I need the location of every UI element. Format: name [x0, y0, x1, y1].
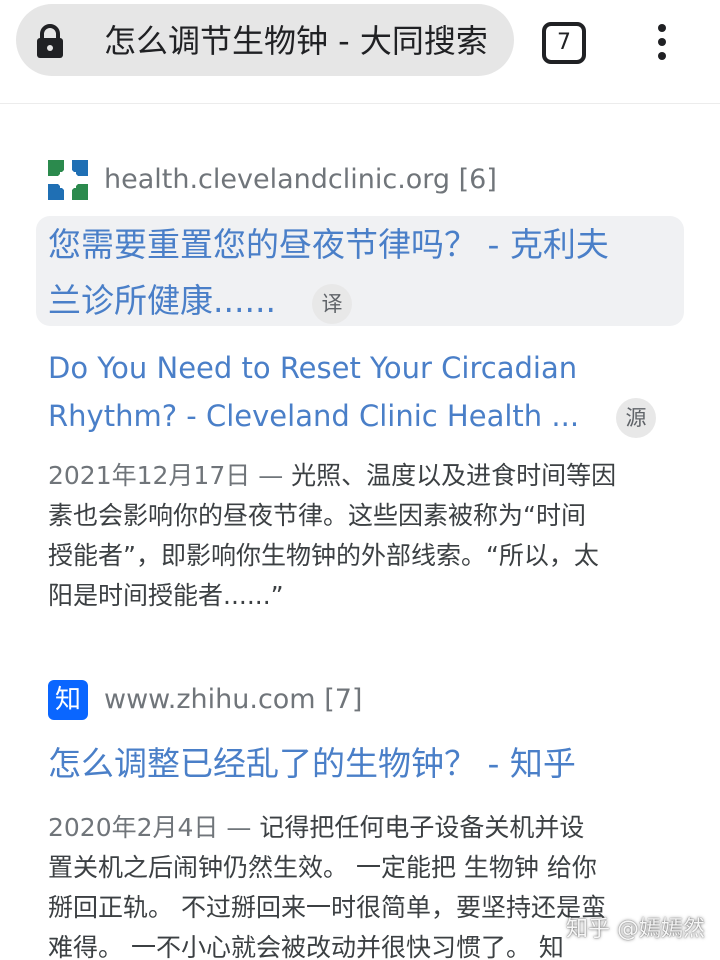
page-title: 怎么调节生物钟 - 大同搜索 — [104, 22, 488, 60]
browser-toolbar: 怎么调节生物钟 - 大同搜索 7 — [0, 0, 720, 104]
address-bar[interactable]: 怎么调节生物钟 - 大同搜索 — [16, 4, 514, 76]
lock-icon[interactable] — [35, 24, 65, 58]
snippet-text: 记得把任何电子设备关机并设 — [259, 813, 585, 842]
result-snippet: 2021年12月17日 — 光照、温度以及进食时间等因 素也会影响你的昼夜节律。… — [48, 456, 678, 616]
snippet-text: 阳是时间授能者......” — [48, 581, 284, 610]
tab-switcher-button[interactable]: 7 — [542, 22, 586, 64]
zhihu-favicon: 知 — [48, 680, 88, 720]
result-title-original[interactable]: Do You Need to Reset Your Circadian — [48, 344, 577, 392]
result-date: 2020年2月4日 — — [48, 813, 260, 842]
result-title-translated-line2[interactable]: 兰诊所健康...... — [48, 273, 276, 329]
source-badge[interactable]: 源 — [616, 398, 656, 438]
result-title-original-line2[interactable]: Rhythm? - Cleveland Clinic Health ... — [48, 392, 579, 440]
snippet-text: 素也会影响你的昼夜节律。这些因素被称为“时间 — [48, 501, 586, 530]
source-url: health.clevelandclinic.org [6] — [104, 164, 497, 195]
cleveland-clinic-favicon — [48, 160, 88, 200]
search-results-page: 怎么调节生物钟 - 大同搜索 7 health.clevelandclinic.… — [0, 0, 720, 960]
snippet-text: 光照、温度以及进食时间等因 — [291, 461, 617, 490]
result-source[interactable]: health.clevelandclinic.org [6] — [48, 160, 608, 200]
source-url: www.zhihu.com [7] — [104, 684, 363, 715]
result-date: 2021年12月17日 — — [48, 461, 292, 490]
translate-badge[interactable]: 译 — [312, 284, 352, 324]
watermark: 知乎 @嫣嫣然 — [566, 917, 705, 942]
snippet-text: 置关机之后闹钟仍然生效。 一定能把 生物钟 给你 — [48, 853, 597, 882]
result-title[interactable]: 怎么调整已经乱了的生物钟？ - 知乎 — [48, 736, 576, 792]
result-title-translated[interactable]: 您需要重置您的昼夜节律吗？ - 克利夫 — [48, 217, 609, 273]
more-vert-icon[interactable] — [652, 24, 672, 64]
result-source[interactable]: 知 www.zhihu.com [7] — [48, 680, 448, 720]
snippet-text: 授能者”，即影响你生物钟的外部线索。“所以，太 — [48, 541, 599, 570]
